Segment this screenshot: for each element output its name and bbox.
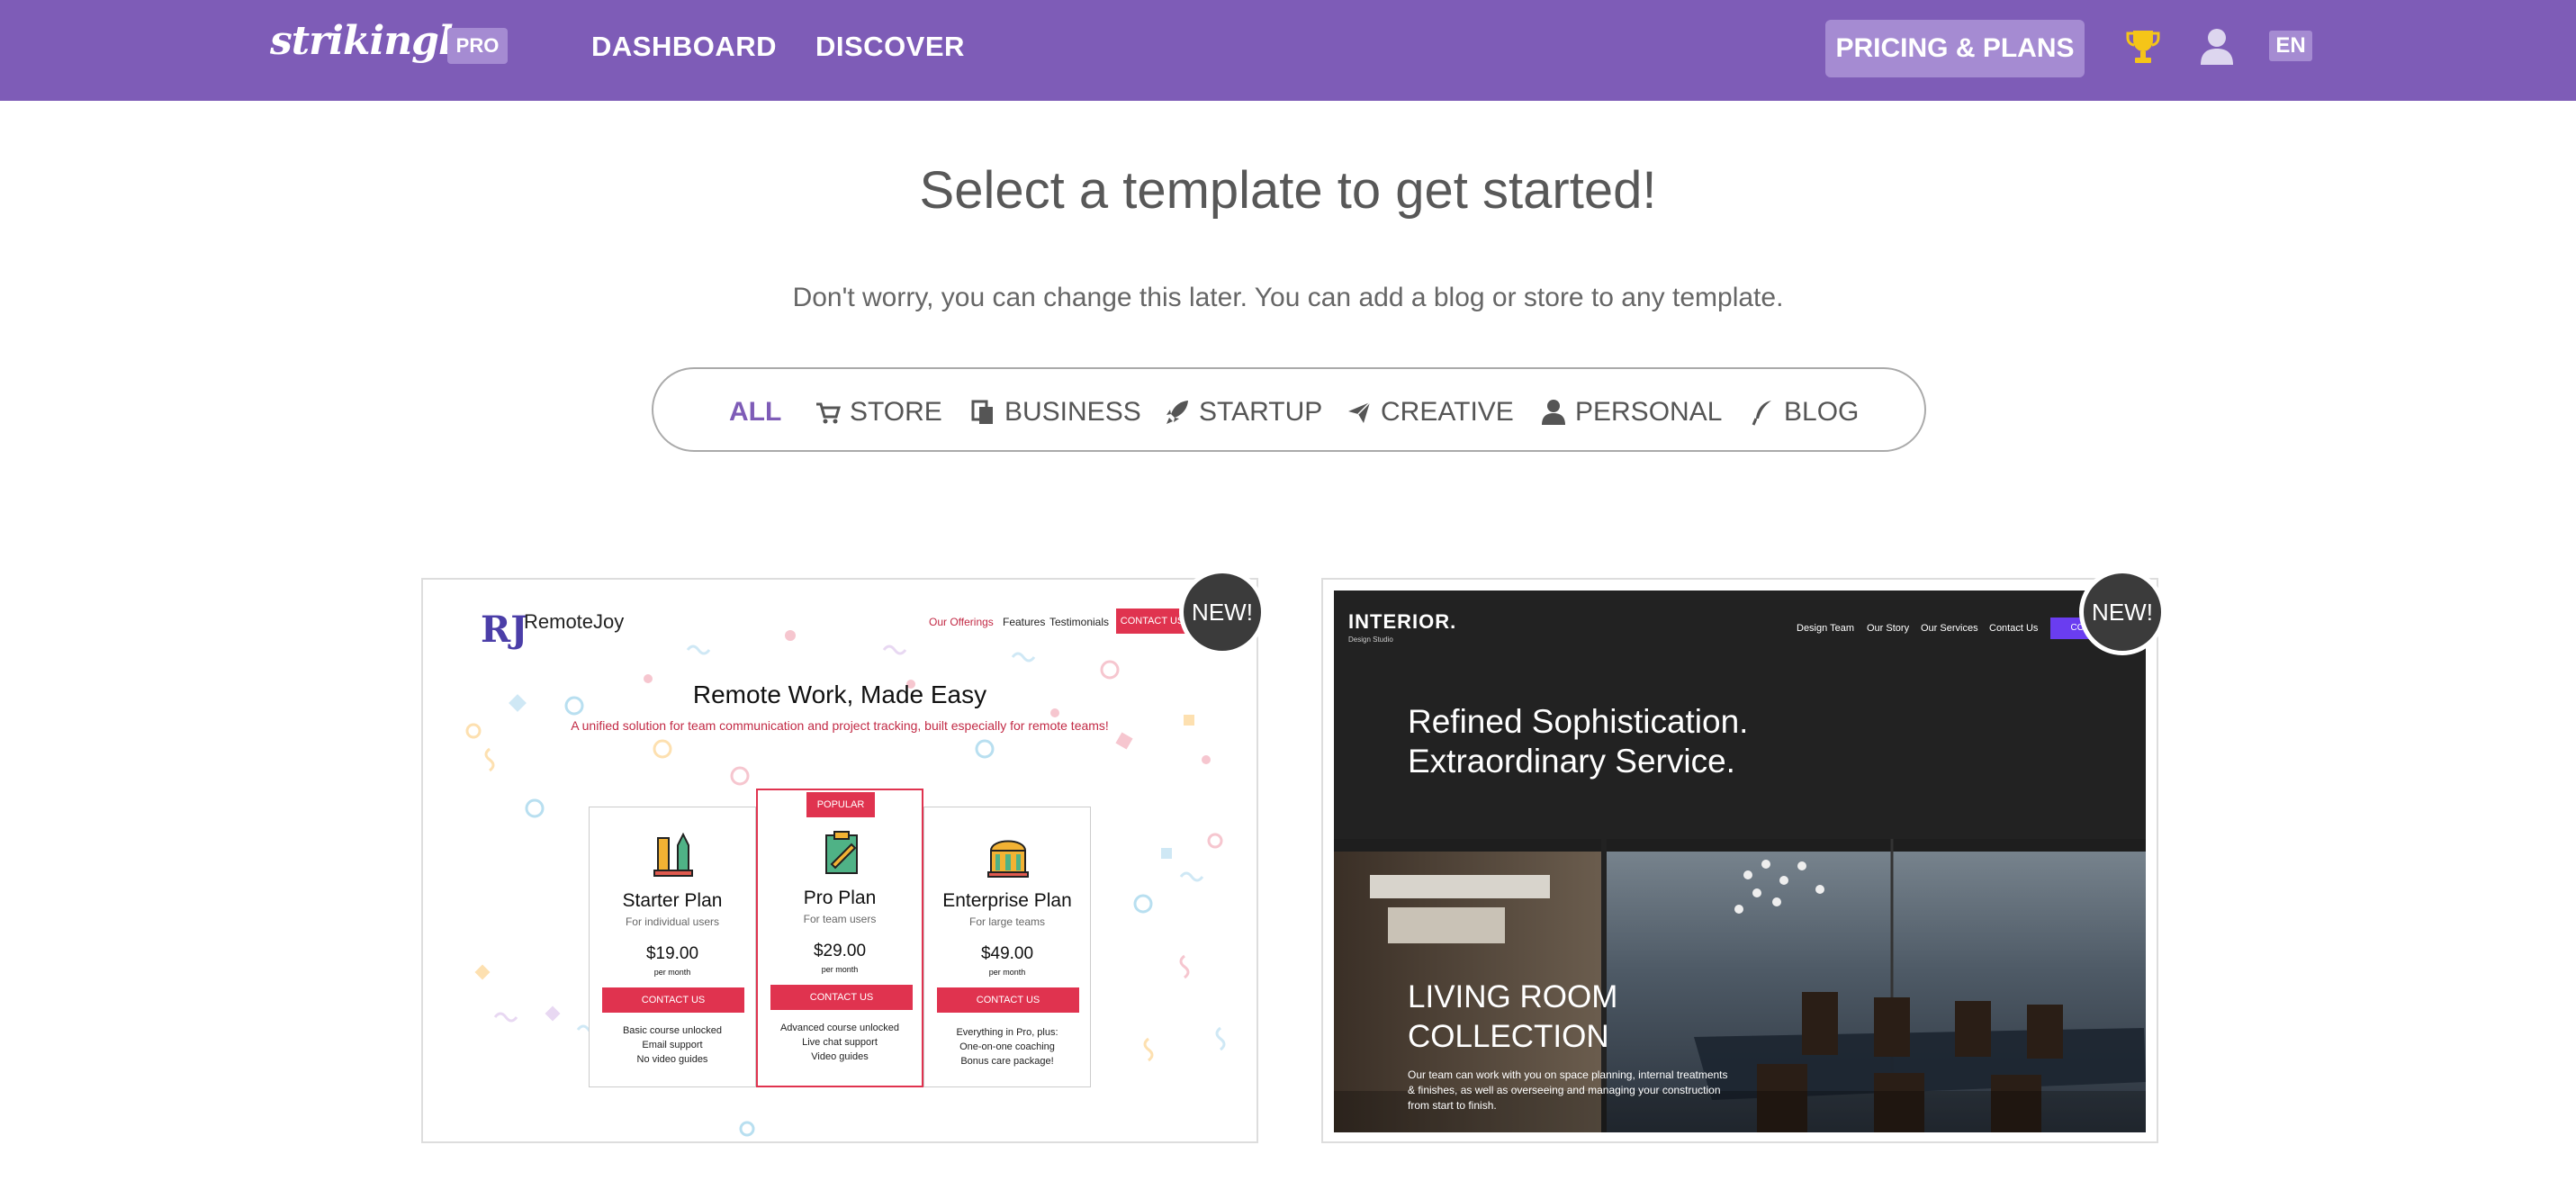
template-card-interior[interactable]: INTERIOR. Design Studio Design Team Our … bbox=[1321, 578, 2158, 1143]
plan-period: per month bbox=[653, 968, 691, 977]
plan-audience: For team users bbox=[803, 913, 877, 925]
interior-room-photo: LIVING ROOM COLLECTION Our team can work… bbox=[1334, 839, 2146, 1132]
filter-startup[interactable]: STARTUP bbox=[1165, 394, 1322, 430]
filter-all[interactable]: ALL bbox=[729, 394, 781, 430]
nav-dashboard-link[interactable]: DASHBOARD bbox=[591, 31, 777, 63]
plan-feature: Everything in Pro, plus: bbox=[956, 1027, 1058, 1038]
plan-name: Pro Plan bbox=[803, 888, 877, 908]
interior-nav-design-team: Design Team bbox=[1797, 623, 1854, 634]
remotejoy-nav-testimonials: Testimonials bbox=[1049, 616, 1110, 628]
plan-feature: Video guides bbox=[811, 1051, 869, 1062]
interior-nav-our-story: Our Story bbox=[1867, 623, 1910, 634]
filter-label: STARTUP bbox=[1199, 397, 1323, 427]
new-badge: NEW! bbox=[2079, 569, 2166, 655]
plan-name: Enterprise Plan bbox=[942, 890, 1072, 911]
rocket-icon bbox=[1166, 401, 1188, 424]
interior-hero-section: INTERIOR. Design Studio Design Team Our … bbox=[1334, 590, 2146, 839]
interior-headline: Refined Sophistication. Extraordinary Se… bbox=[1408, 702, 1948, 781]
plan-contact-button: CONTACT US bbox=[770, 985, 913, 1010]
interior-collection-title: LIVING ROOM COLLECTION bbox=[1408, 978, 1858, 1057]
plan-card-enterprise: Enterprise Plan For large teams $49.00 p… bbox=[923, 807, 1091, 1087]
interior-headline-line: Refined Sophistication. bbox=[1408, 703, 1749, 740]
interior-collection-line: COLLECTION bbox=[1408, 1019, 1609, 1054]
filter-label: STORE bbox=[850, 397, 942, 427]
interior-description: Our team can work with you on space plan… bbox=[1408, 1068, 1728, 1112]
interior-nav-our-services: Our Services bbox=[1921, 623, 1978, 634]
filter-blog[interactable]: BLOG bbox=[1750, 394, 1859, 430]
plan-feature: Advanced course unlocked bbox=[779, 1023, 900, 1033]
filter-label: CREATIVE bbox=[1381, 397, 1514, 427]
remotejoy-nav-offerings: Our Offerings bbox=[929, 616, 994, 628]
pro-badge: PRO bbox=[447, 28, 508, 64]
plan-feature: One-on-one coaching bbox=[959, 1041, 1055, 1052]
plan-price: $19.00 bbox=[645, 944, 699, 963]
interior-tagline: Design Studio bbox=[1348, 636, 1393, 644]
plan-period: per month bbox=[821, 965, 859, 974]
remotejoy-logo: RJ bbox=[481, 609, 528, 651]
filter-label: ALL bbox=[729, 397, 782, 427]
remotejoy-nav-features: Features bbox=[1003, 616, 1046, 628]
interior-collection-line: LIVING ROOM bbox=[1408, 979, 1618, 1014]
trophy-icon[interactable] bbox=[2125, 27, 2161, 67]
interior-brand: INTERIOR. bbox=[1348, 610, 1457, 633]
clipboard-icon bbox=[825, 831, 858, 874]
building-icon bbox=[987, 840, 1029, 878]
paper-plane-icon bbox=[1348, 401, 1371, 423]
popular-tag: POPULAR bbox=[806, 792, 875, 817]
document-icon bbox=[971, 400, 993, 424]
template-card-remotejoy[interactable]: RJ RemoteJoy Our Offerings Features Test… bbox=[421, 578, 1258, 1143]
plan-price: $29.00 bbox=[813, 942, 867, 960]
strikingly-logo[interactable]: strikingly bbox=[270, 18, 475, 64]
remotejoy-subheadline: A unified solution for team communicatio… bbox=[571, 718, 1109, 733]
plan-feature: Basic course unlocked bbox=[622, 1025, 723, 1036]
quill-icon bbox=[1752, 401, 1771, 426]
plan-audience: For individual users bbox=[625, 915, 720, 928]
filter-creative[interactable]: CREATIVE bbox=[1347, 394, 1514, 430]
plan-contact-button: CONTACT US bbox=[937, 987, 1079, 1013]
nav-discover-link[interactable]: DISCOVER bbox=[815, 31, 965, 63]
page-title: Select a template to get started! bbox=[919, 161, 1657, 220]
interior-headline-line: Extraordinary Service. bbox=[1408, 743, 1735, 780]
plan-contact-button: CONTACT US bbox=[602, 987, 744, 1013]
remotejoy-contact-button: CONTACT US bbox=[1116, 609, 1188, 634]
plan-card-starter: Starter Plan For individual users $19.00… bbox=[589, 807, 756, 1087]
plan-audience: For large teams bbox=[968, 915, 1046, 928]
template-category-filter: ALL STORE BUSINESS STARTUP CREATIVE PERS… bbox=[652, 367, 1926, 452]
person-icon bbox=[1542, 400, 1565, 425]
plan-feature: Bonus care package! bbox=[960, 1056, 1054, 1067]
filter-label: BUSINESS bbox=[1004, 397, 1141, 427]
pricing-plans-button[interactable]: PRICING & PLANS bbox=[1825, 20, 2085, 77]
filter-personal[interactable]: PERSONAL bbox=[1541, 394, 1722, 430]
remotejoy-name: RemoteJoy bbox=[524, 610, 625, 633]
plan-feature: No video guides bbox=[636, 1054, 708, 1065]
page-subtitle: Don't worry, you can change this later. … bbox=[792, 283, 1784, 312]
interior-nav-contact-us: Contact Us bbox=[1989, 623, 2039, 634]
remotejoy-headline: Remote Work, Made Easy bbox=[692, 681, 987, 708]
filter-label: PERSONAL bbox=[1575, 397, 1723, 427]
plan-card-pro: POPULAR Pro Plan For team users $29.00 p… bbox=[756, 789, 923, 1087]
plan-price: $49.00 bbox=[980, 944, 1034, 963]
filter-label: BLOG bbox=[1784, 397, 1860, 427]
plan-period: per month bbox=[988, 968, 1026, 977]
user-account-icon[interactable] bbox=[2199, 27, 2235, 65]
plan-feature: Email support bbox=[642, 1040, 703, 1050]
plan-name: Starter Plan bbox=[622, 890, 723, 911]
pencil-ruler-icon bbox=[653, 833, 693, 877]
plan-feature: Live chat support bbox=[802, 1037, 878, 1048]
new-badge: NEW! bbox=[1179, 569, 1265, 655]
filter-store[interactable]: STORE bbox=[815, 394, 942, 430]
top-navigation-bar: strikingly PRO DASHBOARD DISCOVER PRICIN… bbox=[0, 0, 2576, 101]
language-selector[interactable]: EN bbox=[2269, 31, 2312, 61]
cart-icon bbox=[816, 402, 841, 424]
filter-business[interactable]: BUSINESS bbox=[970, 394, 1141, 430]
